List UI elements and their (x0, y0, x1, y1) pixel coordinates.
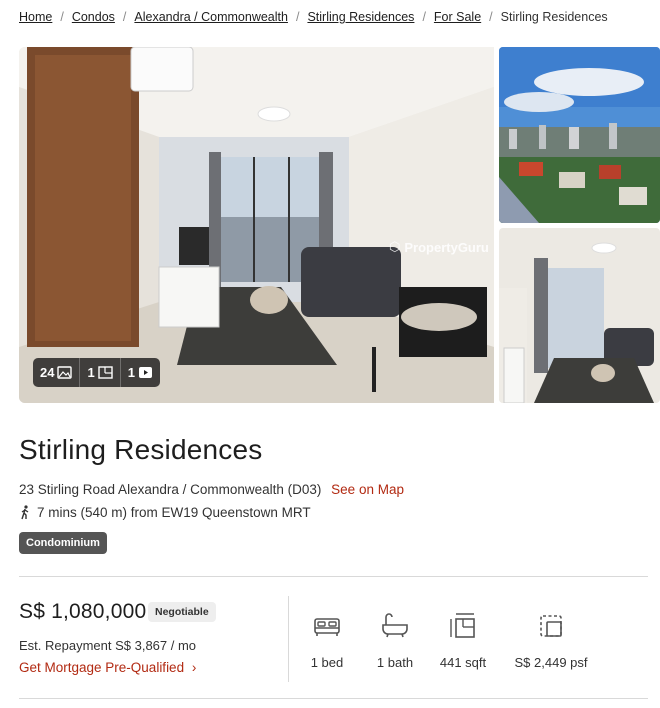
mrt-distance-row: 7 mins (540 m) from EW19 Queenstown MRT (19, 505, 311, 520)
floorplan-icon (98, 366, 113, 379)
breadcrumb: Home / Condos / Alexandra / Commonwealth… (19, 10, 608, 24)
video-count: 1 (127, 365, 135, 380)
breadcrumb-for-sale[interactable]: For Sale (434, 10, 481, 24)
mortgage-link-label: Get Mortgage Pre-Qualified (19, 660, 185, 675)
floor-area-icon (450, 613, 475, 638)
propertyguru-logo-icon: ⬡ (389, 239, 401, 254)
bath-icon (382, 613, 408, 638)
photo-count-badge[interactable]: 24 (33, 358, 80, 387)
photo-icon (57, 366, 73, 379)
spec-bedrooms: 1 bed (300, 611, 354, 670)
breadcrumb-separator: / (489, 10, 493, 24)
breadcrumb-separator: / (60, 10, 64, 24)
main-photo[interactable] (19, 47, 494, 403)
spec-floor-area: 441 sqft (432, 611, 494, 670)
listing-specs: 1 bed 1 bath 441 sqft S$ 2,449 psf (300, 611, 594, 670)
photo-count: 24 (40, 365, 55, 380)
breadcrumb-separator: / (422, 10, 426, 24)
breadcrumb-condos[interactable]: Condos (72, 10, 115, 24)
spec-bathrooms: 1 bath (368, 611, 422, 670)
spec-label: 1 bed (310, 655, 344, 670)
divider (19, 698, 648, 699)
breadcrumb-separator: / (295, 10, 300, 24)
see-on-map-link[interactable]: See on Map (331, 482, 404, 497)
divider (19, 576, 648, 577)
property-type-badge: Condominium (19, 532, 107, 554)
breadcrumb-current: Stirling Residences (500, 10, 608, 24)
video-icon (138, 367, 152, 378)
media-badges[interactable]: 24 1 1 (33, 358, 160, 387)
estimated-repayment: Est. Repayment S$ 3,867 / mo (19, 638, 197, 653)
listing-title: Stirling Residences (19, 434, 263, 465)
mrt-distance: 7 mins (540 m) from EW19 Queenstown MRT (37, 505, 311, 520)
walking-person-icon (21, 505, 29, 520)
listing-address: 23 Stirling Road Alexandra / Commonwealt… (19, 482, 322, 497)
photo-gallery: ⬡ PropertyGuru 24 1 1 (19, 47, 660, 403)
spec-label: 1 bath (376, 655, 414, 670)
side-photo-view[interactable] (499, 47, 660, 223)
spec-label: 441 sqft (439, 655, 487, 670)
side-photo-living[interactable] (499, 228, 660, 403)
city-view-image (499, 47, 660, 223)
floorplan-count-badge[interactable]: 1 (79, 358, 120, 387)
breadcrumb-home[interactable]: Home (19, 10, 52, 24)
vertical-divider (288, 596, 289, 682)
watermark-text: PropertyGuru (404, 239, 489, 255)
propertyguru-watermark: ⬡ PropertyGuru (389, 239, 489, 255)
spec-price-psf: S$ 2,449 psf (508, 611, 594, 670)
video-count-badge[interactable]: 1 (119, 358, 160, 387)
psf-icon (540, 615, 562, 637)
living-room-alt-image (499, 228, 660, 403)
breadcrumb-separator: / (122, 10, 127, 24)
breadcrumb-project[interactable]: Stirling Residences (307, 10, 414, 24)
mortgage-prequalify-link[interactable]: Get Mortgage Pre-Qualified › (19, 660, 196, 675)
negotiable-badge: Negotiable (148, 602, 216, 622)
living-room-image (19, 47, 494, 403)
address-row: 23 Stirling Road Alexandra / Commonwealt… (19, 482, 404, 497)
listing-price: S$ 1,080,000 (19, 600, 147, 623)
chevron-right-icon: › (191, 660, 197, 675)
bed-icon (314, 618, 340, 636)
floorplan-count: 1 (87, 365, 95, 380)
spec-label: S$ 2,449 psf (514, 655, 588, 670)
breadcrumb-district[interactable]: Alexandra / Commonwealth (134, 10, 288, 24)
